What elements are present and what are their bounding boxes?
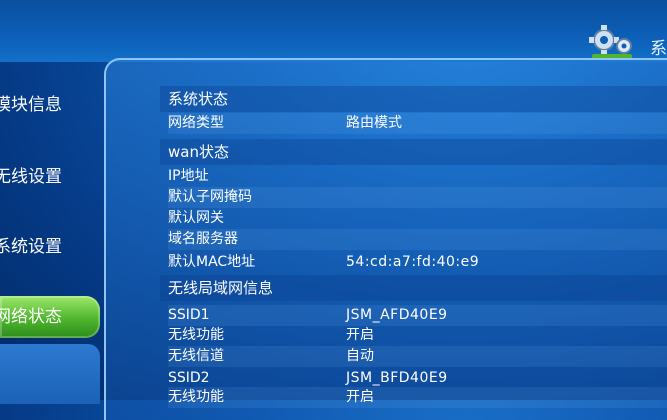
sidebar-item-wireless-settings[interactable]: 无线设置	[0, 156, 100, 198]
row-dns-server: 域名服务器	[168, 229, 667, 250]
row-label: 默认网关	[168, 210, 224, 226]
row-label: 无线功能	[168, 389, 224, 405]
row-value: 自动	[346, 348, 374, 364]
gear-cluster-icon	[589, 25, 632, 59]
row-label: 无线信道	[168, 348, 224, 364]
row-mac-address: 默认MAC地址 54:cd:a7:fd:40:e9	[168, 252, 667, 273]
sidebar-item-label: 网络状态	[0, 307, 62, 327]
row-label: SSID2	[168, 370, 210, 386]
top-bar: 系	[0, 0, 667, 62]
app-title: 系	[650, 39, 667, 59]
row-ssid2: SSID2 JSM_BFD40E9	[168, 368, 667, 389]
row-value: 路由模式	[346, 115, 402, 131]
row-subnet-mask: 默认子网掩码	[168, 187, 667, 208]
section-title-system: 系统状态	[160, 86, 667, 112]
row-network-type: 网络类型 路由模式	[168, 113, 667, 134]
row-value: JSM_AFD40E9	[346, 307, 448, 323]
row-value: 开启	[346, 389, 374, 405]
row-label: 无线功能	[168, 327, 224, 343]
sidebar-item-system-settings[interactable]: 系统设置	[0, 226, 100, 268]
sidebar: 模块信息 无线设置 系统设置 网络状态	[0, 62, 104, 404]
row-label: SSID1	[168, 307, 210, 323]
row-default-gateway: 默认网关	[168, 208, 667, 229]
row-label: 网络类型	[168, 115, 224, 131]
sidebar-item-module-info[interactable]: 模块信息	[0, 84, 100, 126]
row-value: JSM_BFD40E9	[346, 370, 448, 386]
row-ip-address: IP地址	[168, 166, 667, 187]
row-value: 54:cd:a7:fd:40:e9	[346, 254, 480, 270]
sidebar-item-label: 无线设置	[0, 167, 62, 187]
row-ssid1: SSID1 JSM_AFD40E9	[168, 305, 667, 326]
sidebar-lower-panel	[0, 344, 100, 404]
sidebar-item-label: 系统设置	[0, 237, 62, 257]
row-label: IP地址	[168, 168, 209, 184]
row-wireless-channel: 无线信道 自动	[168, 346, 667, 367]
row-wireless-function-2: 无线功能 开启	[168, 387, 667, 408]
row-wireless-function-1: 无线功能 开启	[168, 325, 667, 346]
sidebar-item-label: 模块信息	[0, 95, 62, 115]
row-label: 默认子网掩码	[168, 189, 252, 205]
row-label: 默认MAC地址	[168, 254, 256, 270]
row-label: 域名服务器	[168, 231, 238, 247]
section-title-wlan: 无线局域网信息	[160, 275, 667, 301]
row-value: 开启	[346, 327, 374, 343]
sidebar-item-network-status[interactable]: 网络状态	[0, 296, 100, 338]
section-title-wan: wan状态	[160, 139, 667, 165]
